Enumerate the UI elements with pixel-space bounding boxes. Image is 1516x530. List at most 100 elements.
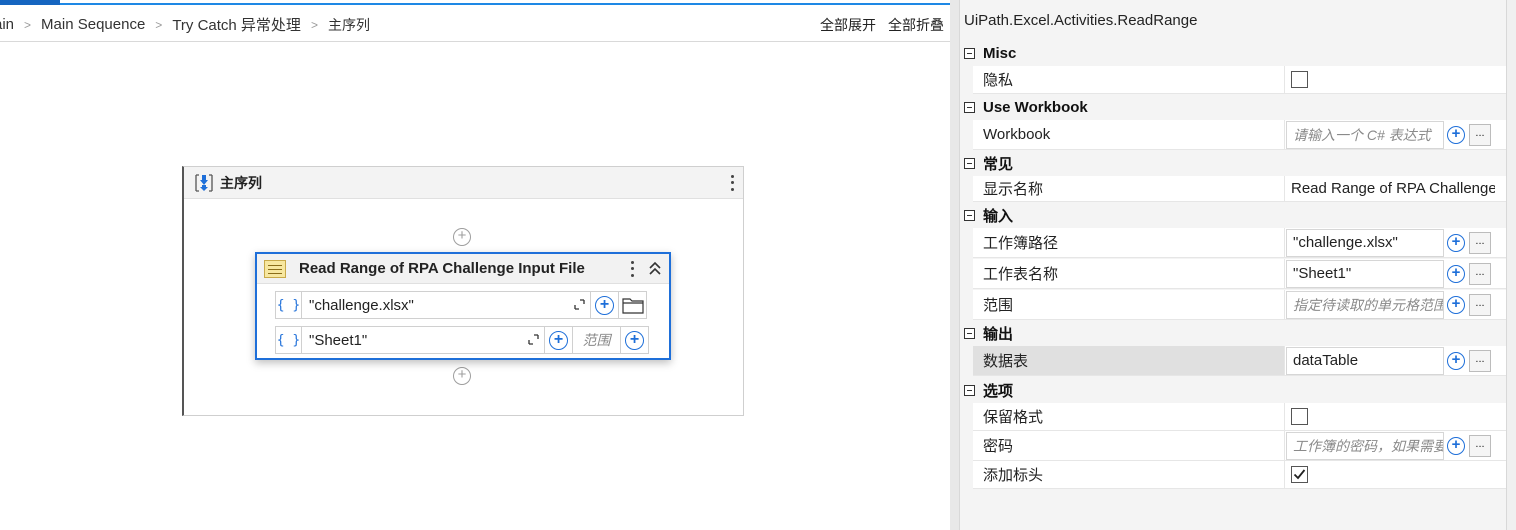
breadcrumb-item-current[interactable]: 主序列 [328,15,370,35]
expression-brace-icon: { } [276,327,302,353]
privacy-checkbox[interactable] [1291,71,1308,88]
add-icon: + [1447,351,1465,370]
password-add-button[interactable]: + [1444,432,1468,460]
panel-splitter[interactable] [950,0,960,530]
workbook-path-add-button[interactable]: + [1444,229,1468,257]
properties-panel: UiPath.Excel.Activities.ReadRange Misc 隐… [950,0,1516,530]
add-icon: + [1447,295,1465,314]
property-row-sheet-name: 工作表名称 "Sheet1" + ... [973,259,1506,289]
property-row-workbook-path: 工作簿路径 "challenge.xlsx" + ... [973,228,1506,258]
collapse-category-icon[interactable] [964,101,975,113]
designer-actions: 全部展开 全部折叠 [820,8,944,42]
add-icon: + [1447,436,1465,455]
add-icon: + [1447,233,1465,252]
breadcrumb-item-try-catch[interactable]: Try Catch 异常处理 [172,14,301,35]
property-value: 请输入一个 C# 表达式 + ... [1285,120,1506,149]
workbook-add-button[interactable]: + [1444,121,1468,149]
insert-activity-above-button[interactable]: + [453,228,471,246]
category-options[interactable]: 选项 [960,377,1506,403]
display-name-input[interactable]: Read Range of RPA Challenge Input File [1285,180,1495,197]
kebab-menu-icon[interactable] [629,259,635,279]
sheet-name-more-button[interactable]: ... [1469,262,1491,285]
property-name: 数据表 [973,346,1285,375]
workbook-path-field[interactable]: { } "challenge.xlsx" [275,291,591,319]
sheet-name-field[interactable]: { } "Sheet1" [275,326,545,354]
range-more-button[interactable]: ... [1469,293,1491,316]
document-tab-strip [0,0,950,5]
property-row-workbook: Workbook 请输入一个 C# 表达式 + ... [973,120,1506,150]
add-icon: + [1447,264,1465,283]
property-value: 工作簿的密码，如果需要 + ... [1285,431,1506,460]
tab-underline [60,3,950,5]
property-name: Workbook [973,120,1285,149]
sequence-header[interactable]: 主序列 [184,167,743,199]
collapse-category-icon[interactable] [964,157,975,169]
data-table-input[interactable]: dataTable [1286,346,1444,375]
range-add-button[interactable]: + [621,326,649,354]
property-row-preserve-format: 保留格式 [973,403,1506,431]
collapse-category-icon[interactable] [964,47,975,59]
chevron-right-icon: > [24,17,32,32]
category-input[interactable]: 输入 [960,202,1506,228]
collapse-category-icon[interactable] [964,384,975,396]
range-add-button[interactable]: + [1444,291,1468,319]
add-headers-checkbox[interactable] [1291,466,1308,483]
property-value [1285,403,1506,430]
add-icon: + [595,295,614,315]
workbook-path-value: "challenge.xlsx" [309,296,414,314]
data-table-add-button[interactable]: + [1444,347,1468,375]
activity-title: Read Range of RPA Challenge Input File [299,260,585,277]
property-value: "Sheet1" + ... [1285,259,1506,288]
collapse-category-icon[interactable] [964,209,975,221]
breadcrumb-item-main-sequence[interactable]: Main Sequence [41,16,145,33]
property-name: 显示名称 [973,176,1285,201]
collapse-category-icon[interactable] [964,327,975,339]
range-input[interactable]: 指定待读取的单元格范围 [1286,290,1444,319]
activity-type-name: UiPath.Excel.Activities.ReadRange [964,12,1198,29]
browse-folder-button[interactable] [619,291,647,319]
breadcrumb-item-main[interactable]: ain [0,16,14,33]
collapse-all-button[interactable]: 全部折叠 [888,15,944,35]
sheet-name-input[interactable]: "Sheet1" [1286,259,1444,288]
chevron-right-icon: > [155,17,163,32]
category-common[interactable]: 常见 [960,150,1506,176]
property-value [1285,461,1506,488]
property-name: 范围 [973,290,1285,319]
expand-all-button[interactable]: 全部展开 [820,15,876,35]
preserve-format-checkbox[interactable] [1291,408,1308,425]
active-document-tab[interactable] [0,0,60,5]
data-table-more-button[interactable]: ... [1469,349,1491,372]
sheet-name-row: { } "Sheet1" + 范围 + [275,326,649,354]
add-icon: + [625,330,644,350]
sequence-title: 主序列 [220,174,262,191]
collapse-icon[interactable] [647,260,663,278]
category-misc[interactable]: Misc [960,40,1506,66]
read-range-activity[interactable]: Read Range of RPA Challenge Input File {… [255,252,671,360]
expand-editor-icon[interactable] [528,334,539,345]
workbook-path-row: { } "challenge.xlsx" + [275,291,647,319]
workflow-designer: ain > Main Sequence > Try Catch 异常处理 > 主… [0,0,950,530]
kebab-menu-icon[interactable] [729,173,735,193]
sheet-name-add-button[interactable]: + [545,326,573,354]
property-name: 隐私 [973,66,1285,93]
property-name: 密码 [973,431,1285,460]
property-row-password: 密码 工作簿的密码，如果需要 + ... [973,431,1506,461]
insert-activity-below-button[interactable]: + [453,367,471,385]
workbook-path-more-button[interactable]: ... [1469,231,1491,254]
property-value: Read Range of RPA Challenge Input File [1285,176,1506,201]
workbook-input[interactable]: 请输入一个 C# 表达式 [1286,120,1444,149]
category-label: 输入 [983,207,1014,225]
password-more-button[interactable]: ... [1469,434,1491,457]
category-use-workbook[interactable]: Use Workbook [960,94,1506,120]
password-input[interactable]: 工作簿的密码，如果需要 [1286,431,1444,460]
properties-scrollbar[interactable] [1506,0,1516,530]
workbook-path-input[interactable]: "challenge.xlsx" [1286,228,1444,257]
expand-editor-icon[interactable] [574,299,585,310]
folder-icon [621,298,644,314]
activity-header[interactable]: Read Range of RPA Challenge Input File [257,254,669,284]
range-field[interactable]: 范围 [573,326,621,354]
workbook-path-add-button[interactable]: + [591,291,619,319]
workbook-more-button[interactable]: ... [1469,123,1491,146]
category-output[interactable]: 输出 [960,320,1506,346]
sheet-name-add-button[interactable]: + [1444,260,1468,288]
